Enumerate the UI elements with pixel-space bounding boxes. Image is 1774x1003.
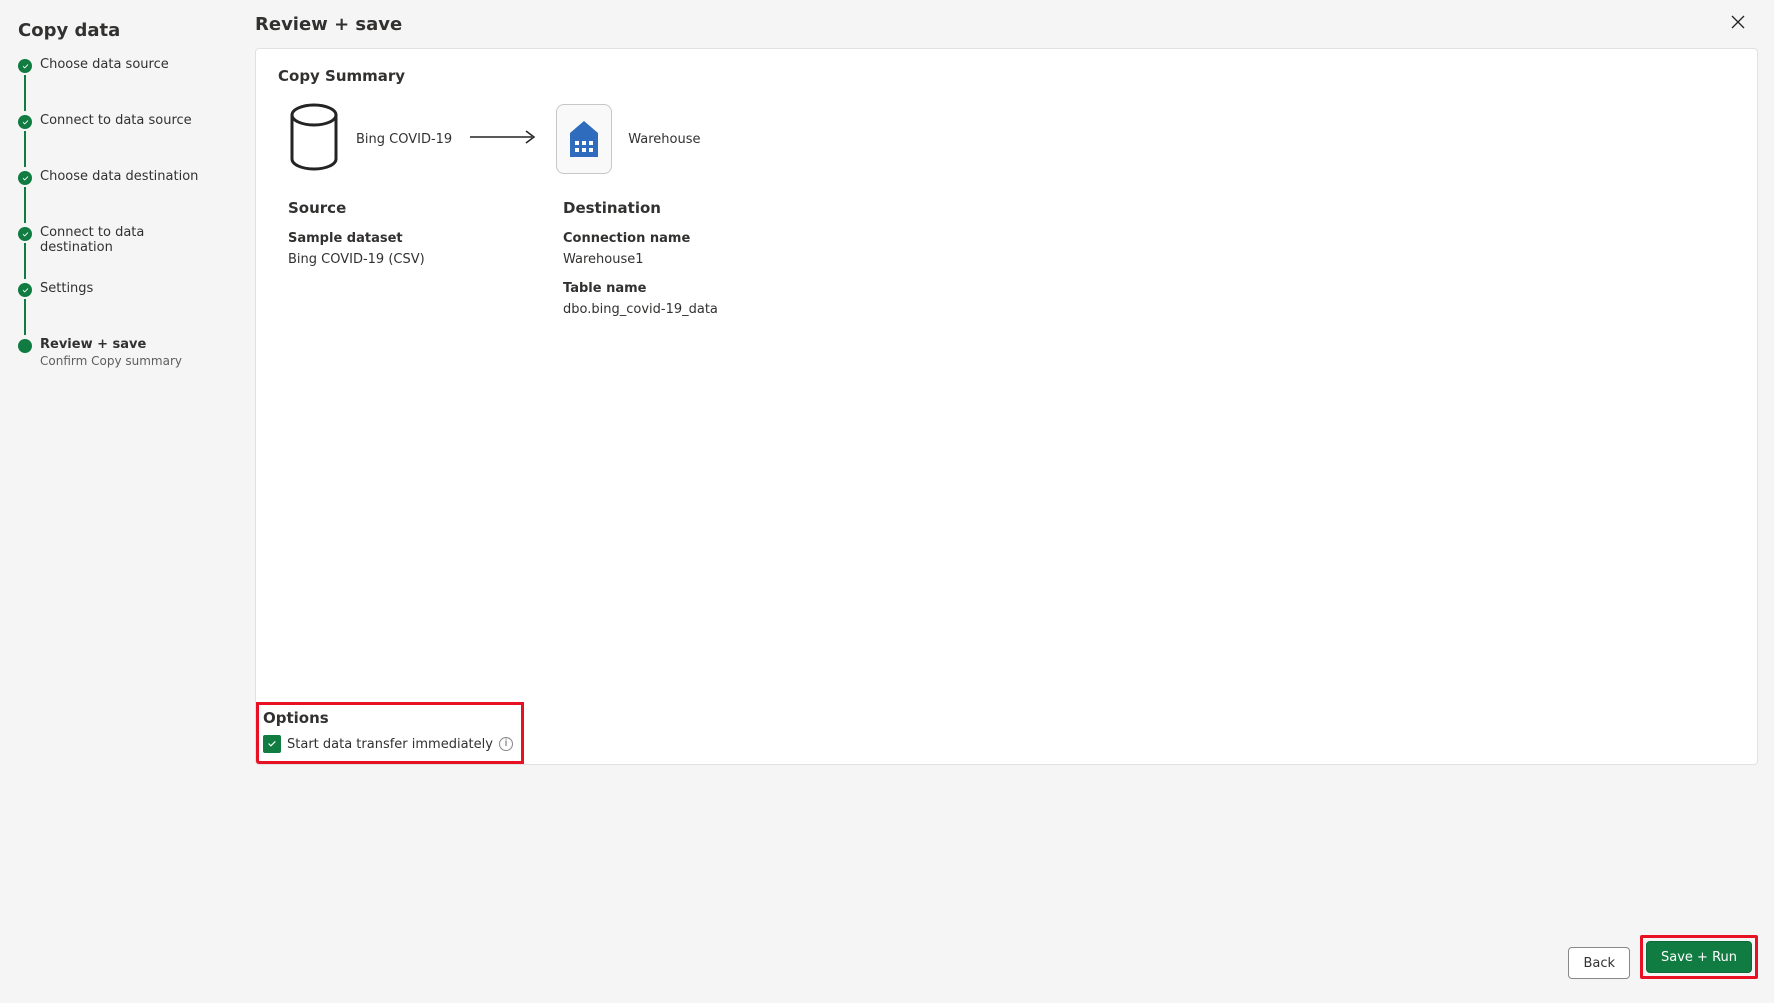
check-icon: [18, 59, 32, 73]
field-label: Sample dataset: [288, 231, 563, 246]
step-label: Choose data source: [40, 57, 217, 72]
database-icon: [288, 103, 340, 175]
wizard-steps: Choose data source Connect to data sourc…: [18, 57, 217, 368]
options-anchor: Options Start data transfer immediately …: [256, 702, 524, 764]
check-icon: [18, 115, 32, 129]
step-label: Connect to data destination: [40, 225, 217, 255]
field-value: Warehouse1: [563, 252, 838, 267]
save-run-button[interactable]: Save + Run: [1646, 941, 1752, 973]
details-columns: Source Sample dataset Bing COVID-19 (CSV…: [278, 199, 1735, 331]
summary-card: Copy Summary Bing COVID-19: [255, 48, 1758, 765]
step-connect-source[interactable]: Connect to data source: [18, 113, 217, 169]
field-value: Bing COVID-19 (CSV): [288, 252, 563, 267]
destination-heading: Destination: [563, 199, 838, 217]
step-label: Settings: [40, 281, 217, 296]
close-icon: [1730, 14, 1746, 34]
check-icon: [18, 227, 32, 241]
step-choose-destination[interactable]: Choose data destination: [18, 169, 217, 225]
page-title: Review + save: [255, 14, 402, 35]
start-transfer-checkbox[interactable]: [263, 735, 281, 753]
check-icon: [18, 283, 32, 297]
source-label: Bing COVID-19: [356, 132, 452, 147]
step-label: Review + save: [40, 337, 217, 352]
source-heading: Source: [288, 199, 563, 217]
destination-label: Warehouse: [628, 132, 700, 147]
step-subtext: Confirm Copy summary: [40, 354, 217, 368]
start-transfer-row: Start data transfer immediately i: [263, 735, 513, 753]
step-choose-source[interactable]: Choose data source: [18, 57, 217, 113]
summary-heading: Copy Summary: [278, 67, 1735, 85]
step-review-save[interactable]: Review + save Confirm Copy summary: [18, 337, 217, 368]
source-icon-block: Bing COVID-19: [288, 103, 452, 175]
flow-diagram: Bing COVID-19: [278, 103, 1735, 175]
back-button[interactable]: Back: [1568, 947, 1630, 979]
current-step-icon: [18, 339, 32, 353]
options-section: Options Start data transfer immediately …: [256, 702, 524, 764]
step-label: Connect to data source: [40, 113, 217, 128]
destination-column: Destination Connection name Warehouse1 T…: [563, 199, 838, 331]
close-button[interactable]: [1722, 8, 1754, 40]
arrow-right-icon: [468, 130, 540, 148]
footer-bar: Back Save + Run: [470, 775, 1774, 1003]
check-icon: [18, 171, 32, 185]
info-icon[interactable]: i: [499, 737, 513, 751]
step-connect-destination[interactable]: Connect to data destination: [18, 225, 217, 281]
step-settings[interactable]: Settings: [18, 281, 217, 337]
sidebar-title: Copy data: [18, 20, 217, 41]
start-transfer-label: Start data transfer immediately: [287, 737, 493, 752]
primary-highlight: Save + Run: [1640, 935, 1758, 979]
step-label: Choose data destination: [40, 169, 217, 184]
main-panel: Review + save Copy Summary Bing COVID-19: [235, 0, 1774, 1003]
destination-icon-block: Warehouse: [556, 104, 700, 174]
options-heading: Options: [263, 709, 513, 727]
field-value: dbo.bing_covid-19_data: [563, 302, 838, 317]
field-label: Connection name: [563, 231, 838, 246]
page-header: Review + save: [235, 0, 1774, 48]
wizard-sidebar: Copy data Choose data source Connect to …: [0, 0, 235, 1003]
field-label: Table name: [563, 281, 838, 296]
warehouse-icon: [556, 104, 612, 174]
source-column: Source Sample dataset Bing COVID-19 (CSV…: [288, 199, 563, 331]
